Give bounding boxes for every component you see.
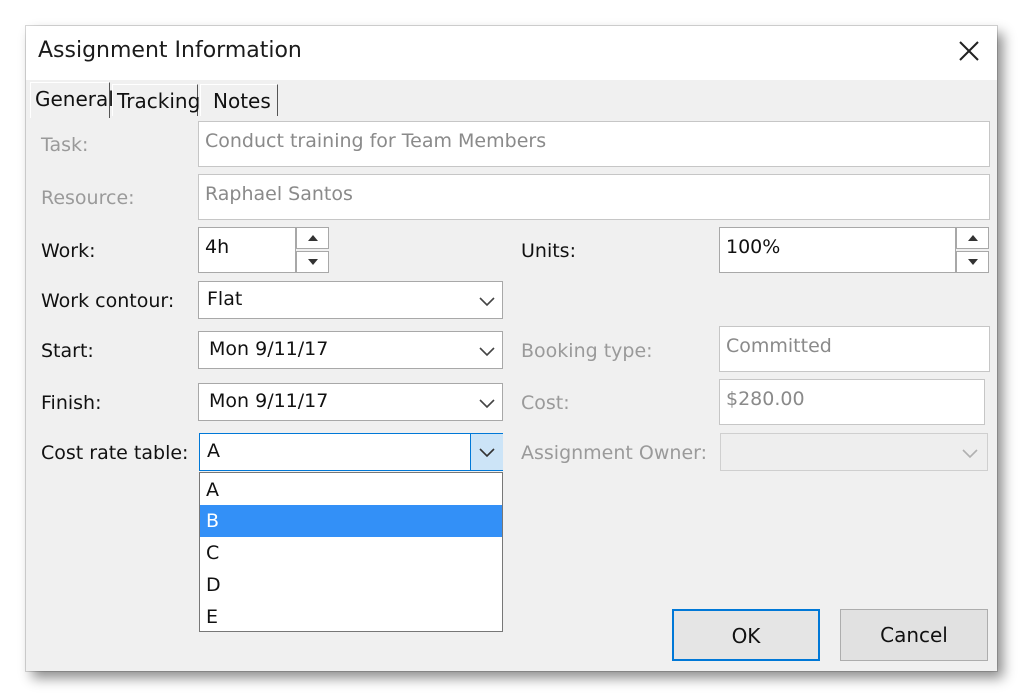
chevron-down-icon xyxy=(479,347,495,357)
title-bar: Assignment Information xyxy=(26,26,997,80)
cost-rate-table-label: Cost rate table: xyxy=(41,442,189,464)
start-date-picker[interactable]: Mon 9/11/17 xyxy=(198,331,503,369)
cancel-button-label: Cancel xyxy=(880,623,948,647)
tab-notes[interactable]: Notes xyxy=(200,84,278,116)
tab-notes-label: Notes xyxy=(213,89,271,113)
up-arrow-icon xyxy=(968,235,978,241)
work-value: 4h xyxy=(205,236,230,258)
resource-field: Raphael Santos xyxy=(198,174,990,220)
units-value: 100% xyxy=(726,236,781,258)
units-input[interactable]: 100% xyxy=(719,227,956,273)
assignment-owner-label: Assignment Owner: xyxy=(521,442,708,464)
cost-rate-table-dropdown-button[interactable] xyxy=(470,434,503,470)
work-input[interactable]: 4h xyxy=(198,227,296,273)
dropdown-option-b[interactable]: B xyxy=(200,505,502,537)
chevron-down-icon xyxy=(479,448,495,458)
work-label: Work: xyxy=(41,240,96,262)
booking-type-field: Committed xyxy=(719,326,990,372)
ok-button-label: OK xyxy=(731,624,761,648)
resource-label: Resource: xyxy=(41,187,135,209)
chevron-down-icon xyxy=(479,297,495,307)
units-decrement-button[interactable] xyxy=(956,251,989,273)
tab-general-label: General xyxy=(35,87,114,111)
work-contour-select[interactable]: Flat xyxy=(198,281,503,319)
finish-value: Mon 9/11/17 xyxy=(209,390,329,412)
units-label: Units: xyxy=(521,240,576,262)
cost-rate-table-select[interactable]: A xyxy=(199,433,503,471)
booking-type-value: Committed xyxy=(726,335,832,357)
cost-rate-table-dropdown-list: A B C D E xyxy=(199,472,503,632)
close-icon[interactable] xyxy=(954,36,984,66)
task-label: Task: xyxy=(41,134,89,156)
down-arrow-icon xyxy=(308,259,318,265)
dropdown-option-d[interactable]: D xyxy=(200,569,502,601)
finish-label: Finish: xyxy=(41,392,102,414)
cost-value: $280.00 xyxy=(726,388,805,410)
units-spinner xyxy=(956,227,989,273)
work-contour-label: Work contour: xyxy=(41,290,175,312)
task-field: Conduct training for Team Members xyxy=(198,121,990,167)
start-label: Start: xyxy=(41,340,94,362)
booking-type-label: Booking type: xyxy=(521,340,653,362)
work-spinner xyxy=(296,227,329,273)
assignment-information-dialog: Assignment Information General Tracking … xyxy=(26,26,997,671)
units-increment-button[interactable] xyxy=(956,227,989,249)
assignment-owner-select xyxy=(720,433,988,471)
ok-button[interactable]: OK xyxy=(672,609,820,661)
tab-tracking-label: Tracking xyxy=(117,89,201,113)
cost-field: $280.00 xyxy=(719,379,985,425)
work-contour-value: Flat xyxy=(207,288,243,310)
chevron-down-icon xyxy=(962,449,978,459)
start-value: Mon 9/11/17 xyxy=(209,338,329,360)
cost-rate-table-value: A xyxy=(207,440,220,462)
work-increment-button[interactable] xyxy=(296,227,329,249)
dropdown-option-e[interactable]: E xyxy=(200,601,502,633)
dropdown-option-c[interactable]: C xyxy=(200,537,502,569)
cost-label: Cost: xyxy=(521,392,570,414)
finish-date-picker[interactable]: Mon 9/11/17 xyxy=(198,383,503,421)
tab-general[interactable]: General xyxy=(30,82,114,118)
dialog-title: Assignment Information xyxy=(38,38,302,63)
resource-value: Raphael Santos xyxy=(205,183,353,205)
task-value: Conduct training for Team Members xyxy=(205,130,547,152)
chevron-down-icon xyxy=(479,399,495,409)
down-arrow-icon xyxy=(968,259,978,265)
cancel-button[interactable]: Cancel xyxy=(840,609,988,661)
up-arrow-icon xyxy=(308,235,318,241)
work-decrement-button[interactable] xyxy=(296,251,329,273)
dropdown-option-a[interactable]: A xyxy=(200,474,502,506)
tab-tracking[interactable]: Tracking xyxy=(112,84,201,116)
